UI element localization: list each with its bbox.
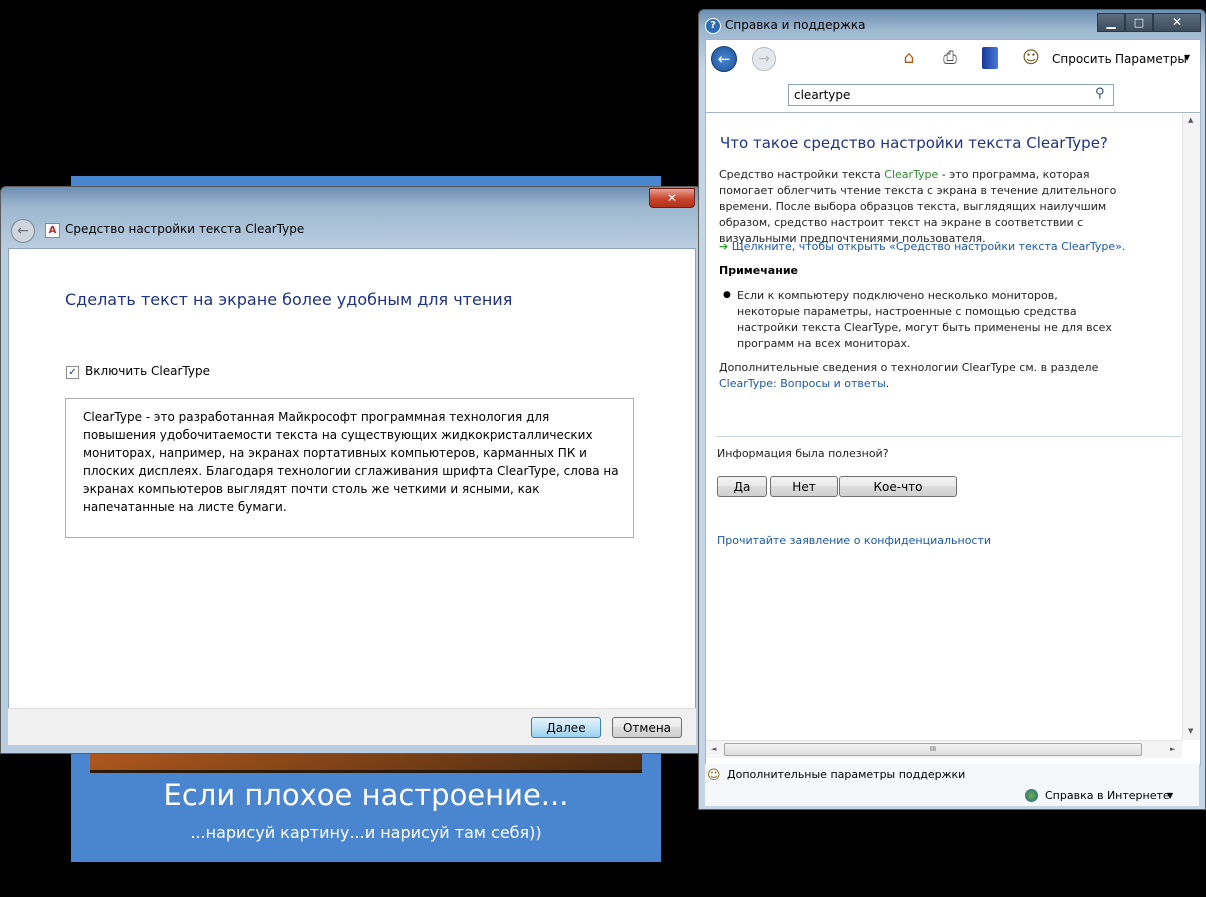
more-support-options[interactable]: Дополнительные параметры поддержки [727,768,965,781]
feedback-somewhat-button[interactable]: Кое-что [839,476,957,497]
help-article: Что такое средство настройки текста Clea… [705,112,1201,766]
next-button[interactable]: Далее [531,717,601,738]
window-title: Справка и поддержка [725,18,866,32]
open-cleartype-link-text[interactable]: Щелкните, чтобы открыть «Средство настро… [732,240,1126,253]
enable-cleartype-label[interactable]: Включить ClearType [85,364,210,378]
highlighted-term: ClearType [884,168,939,181]
chevron-down-icon[interactable]: ▼ [1184,53,1190,62]
ask-icon[interactable]: ☺ [1020,47,1042,69]
ask-button[interactable]: Спросить [1052,52,1112,66]
back-button[interactable]: ← [711,46,737,72]
close-button[interactable]: ✕ [649,188,695,208]
search-icon[interactable]: ⚲ [1095,86,1105,101]
article-paragraph-start: Средство настройки текста [719,168,885,181]
description-text: ClearType - это разработанная Майкрософт… [83,410,619,514]
button-bar: Далее Отмена [8,708,696,745]
browse-help-icon[interactable] [982,47,998,69]
vertical-scrollbar[interactable]: ▲ ▼ [1182,113,1200,740]
note-heading: Примечание [719,264,798,277]
online-help-menu[interactable]: Справка в Интернете [1045,789,1170,802]
cleartype-app-icon: A [45,223,60,238]
cleartype-content: Сделать текст на экране более удобным дл… [8,248,696,710]
enable-cleartype-checkbox[interactable]: ✓ [66,366,79,379]
scroll-right-arrow[interactable]: ► [1170,745,1175,753]
scroll-down-arrow[interactable]: ▼ [1188,727,1193,735]
search-input-value[interactable]: cleartype [794,88,850,102]
arrow-right-icon: ➔ [719,240,729,253]
home-icon[interactable]: ⌂ [898,47,920,69]
scroll-left-arrow[interactable]: ◄ [711,745,716,753]
more-info-paragraph: Дополнительные сведения о технологии Cle… [719,360,1149,392]
description-box: ClearType - это разработанная Майкрософт… [65,398,634,538]
page-heading: Сделать текст на экране более удобным дл… [65,290,513,309]
minimize-button[interactable]: ▁ [1097,13,1125,32]
globe-icon[interactable] [1025,789,1038,802]
horizontal-scrollbar[interactable]: ◄ III ► [706,740,1182,758]
cancel-button[interactable]: Отмена [612,717,682,738]
feedback-yes-button[interactable]: Да [717,476,767,497]
chevron-down-icon[interactable]: ▼ [1167,791,1173,800]
options-menu[interactable]: Параметры [1115,52,1187,66]
scroll-up-arrow[interactable]: ▲ [1188,116,1193,124]
feedback-no-button[interactable]: Нет [770,476,838,497]
help-icon: ? [705,18,721,34]
more-info-end: . [885,377,890,390]
scrollbar-thumb[interactable]: III [724,743,1142,756]
privacy-statement-link[interactable]: Прочитайте заявление о конфиденциальност… [717,534,991,547]
forward-button[interactable]: → [752,47,776,71]
article-paragraph: Средство настройки текста ClearType - эт… [719,167,1139,247]
bullet-icon: ● [723,290,731,300]
faq-link[interactable]: ClearType: Вопросы и ответы [719,377,886,390]
feedback-question: Информация была полезной? [717,447,889,460]
note-text: Если к компьютеру подключено несколько м… [737,289,1112,350]
background-subcaption: ...нарисуй картину...и нарисуй там себя)… [190,823,542,842]
print-icon[interactable]: ⎙ [939,47,961,69]
close-button[interactable]: ✕ [1153,13,1201,32]
article-heading: Что такое средство настройки текста Clea… [720,134,1108,152]
more-info-text: Дополнительные сведения о технологии Cle… [719,361,1099,374]
help-toolbar: ← → ⌂ ⎙ ☺ Спросить Параметры ▼ cleartype… [705,39,1201,113]
background-caption: Если плохое настроение... [163,778,569,812]
open-cleartype-link[interactable]: ➔ Щелкните, чтобы открыть «Средство наст… [719,240,1125,253]
divider [716,436,1181,437]
support-icon[interactable]: ☺ [707,768,721,783]
back-button[interactable]: ← [11,219,35,243]
help-window: ? Справка и поддержка ▁ □ ✕ ← → ⌂ ⎙ ☺ Сп… [698,9,1206,810]
status-bar: ☺ Дополнительные параметры поддержки Спр… [705,764,1199,806]
window-title: Средство настройки текста ClearType [65,222,305,236]
maximize-button[interactable]: □ [1125,13,1153,32]
search-input[interactable]: cleartype ⚲ [788,84,1114,106]
cleartype-window: ✕ ← A Средство настройки текста ClearTyp… [0,186,702,754]
